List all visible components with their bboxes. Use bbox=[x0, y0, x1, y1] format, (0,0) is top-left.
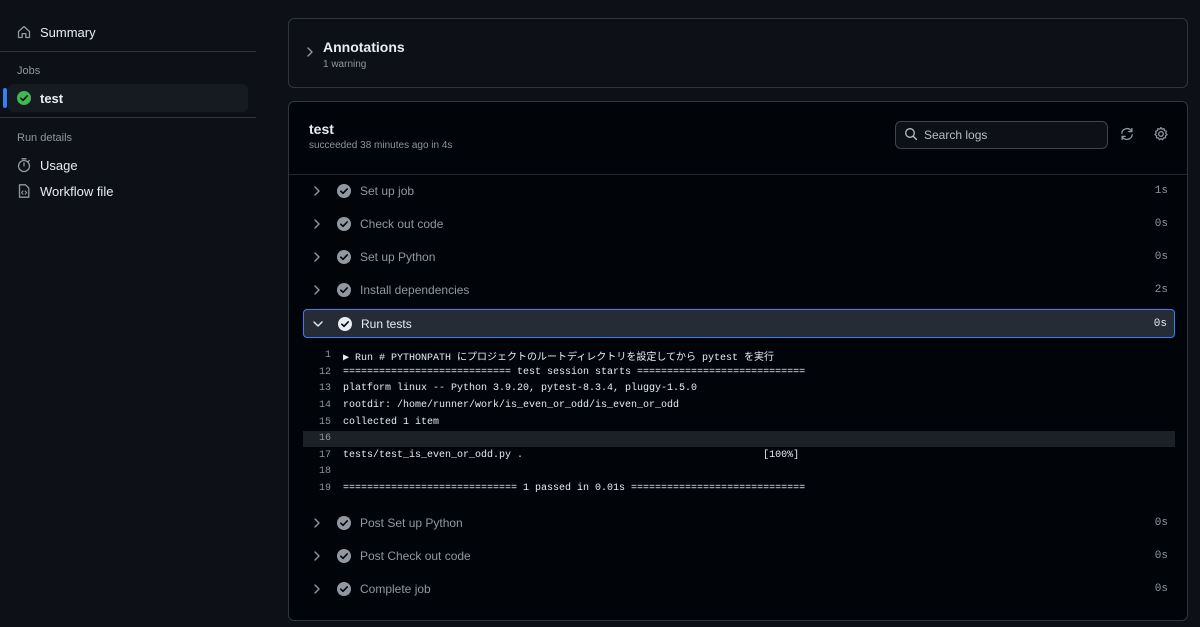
line-number[interactable]: 1 bbox=[303, 350, 343, 361]
line-number[interactable]: 14 bbox=[303, 400, 343, 411]
sidebar-item-label: Summary bbox=[40, 24, 96, 40]
check-circle-icon bbox=[336, 282, 352, 298]
log-line[interactable]: 18 bbox=[303, 464, 1175, 481]
annotations-title: Annotations bbox=[323, 39, 405, 55]
log-text: rootdir: /home/runner/work/is_even_or_od… bbox=[343, 400, 680, 412]
step-duration: 1s bbox=[1154, 184, 1168, 197]
search-logs-box[interactable] bbox=[895, 121, 1108, 149]
check-circle-icon bbox=[336, 249, 352, 265]
sidebar-item-workflow-file[interactable]: Workflow file bbox=[8, 177, 248, 205]
step-row[interactable]: Post Set up Python 0s bbox=[303, 508, 1175, 537]
log-text: tests/test_is_even_or_odd.py . [100%] bbox=[343, 449, 800, 461]
job-title: test bbox=[309, 121, 334, 137]
log-text: ▶ Run # PYTHONPATH にプロジェクトのルートディレクトリを設定し… bbox=[343, 352, 775, 364]
line-number[interactable]: 16 bbox=[303, 433, 343, 444]
step-duration: 0s bbox=[1154, 582, 1168, 595]
stopwatch-icon bbox=[16, 157, 32, 173]
line-number[interactable]: 17 bbox=[303, 450, 343, 461]
line-number[interactable]: 18 bbox=[303, 466, 343, 477]
step-row[interactable]: Check out code 0s bbox=[303, 209, 1175, 238]
run-details-section-label: Run details bbox=[17, 132, 73, 144]
check-circle-fill-icon bbox=[16, 90, 32, 106]
step-duration: 0s bbox=[1154, 549, 1168, 562]
check-circle-icon bbox=[337, 316, 353, 332]
sidebar-item-summary[interactable]: Summary bbox=[8, 18, 248, 46]
sidebar-divider bbox=[0, 51, 256, 52]
log-text: platform linux -- Python 3.9.20, pytest-… bbox=[343, 383, 698, 395]
refresh-button[interactable] bbox=[1117, 125, 1137, 145]
search-icon bbox=[904, 127, 918, 144]
check-circle-icon bbox=[336, 183, 352, 199]
chevron-right-icon[interactable] bbox=[309, 218, 325, 230]
job-log-panel: test succeeded 38 minutes ago in 4s Set … bbox=[288, 101, 1188, 621]
chevron-right-icon[interactable] bbox=[305, 46, 315, 61]
chevron-right-icon[interactable] bbox=[309, 284, 325, 296]
step-duration: 2s bbox=[1154, 283, 1168, 296]
line-number[interactable]: 13 bbox=[303, 383, 343, 394]
log-line[interactable]: 15 collected 1 item bbox=[303, 414, 1175, 431]
log-text: ============================ test sessio… bbox=[343, 366, 806, 378]
line-number[interactable]: 15 bbox=[303, 417, 343, 428]
log-line[interactable]: 16 bbox=[303, 430, 1175, 448]
sidebar-divider bbox=[0, 117, 256, 118]
home-icon bbox=[16, 24, 32, 40]
sidebar-item-label: test bbox=[40, 90, 64, 106]
line-number[interactable]: 19 bbox=[303, 483, 343, 494]
log-line[interactable]: 19 ============================= 1 passed… bbox=[303, 480, 1175, 497]
step-row[interactable]: Set up job 1s bbox=[303, 176, 1175, 205]
settings-button[interactable] bbox=[1151, 125, 1171, 145]
file-code-icon bbox=[16, 183, 32, 199]
annotations-count: 1 warning bbox=[323, 59, 367, 70]
gear-icon bbox=[1153, 126, 1169, 145]
chevron-right-icon[interactable] bbox=[309, 251, 325, 263]
sidebar-item-usage[interactable]: Usage bbox=[8, 151, 248, 179]
chevron-right-icon[interactable] bbox=[309, 550, 325, 562]
step-row[interactable]: Run tests 0s bbox=[303, 309, 1175, 338]
check-circle-icon bbox=[336, 581, 352, 597]
log-text: collected 1 item bbox=[343, 416, 440, 428]
sidebar-item-label: Usage bbox=[40, 157, 78, 173]
chevron-right-icon[interactable] bbox=[309, 185, 325, 197]
sidebar-item-job-test[interactable]: test bbox=[8, 84, 248, 112]
sync-icon bbox=[1119, 126, 1135, 145]
chevron-right-icon[interactable] bbox=[309, 583, 325, 595]
active-indicator bbox=[3, 88, 7, 108]
step-name: Install dependencies bbox=[360, 282, 470, 297]
step-name: Check out code bbox=[360, 216, 444, 231]
check-circle-icon bbox=[336, 548, 352, 564]
step-name: Run tests bbox=[361, 316, 412, 331]
header-divider bbox=[289, 174, 1187, 175]
step-row[interactable]: Post Check out code 0s bbox=[303, 541, 1175, 570]
job-status: succeeded 38 minutes ago in 4s bbox=[309, 140, 453, 151]
jobs-section-label: Jobs bbox=[17, 65, 41, 77]
step-duration: 0s bbox=[1154, 217, 1168, 230]
step-name: Post Set up Python bbox=[360, 515, 463, 530]
step-row[interactable]: Complete job 0s bbox=[303, 574, 1175, 603]
log-line[interactable]: 14 rootdir: /home/runner/work/is_even_or_… bbox=[303, 397, 1175, 414]
log-line[interactable]: 12 ============================ test sess… bbox=[303, 364, 1175, 381]
log-line[interactable]: 17 tests/test_is_even_or_odd.py . [100%] bbox=[303, 447, 1175, 464]
log-line[interactable]: 13 platform linux -- Python 3.9.20, pytes… bbox=[303, 381, 1175, 398]
log-line[interactable]: 1 ▶ Run # PYTHONPATH にプロジェクトのルートディレクトリを設定… bbox=[303, 348, 1175, 365]
check-circle-icon bbox=[336, 216, 352, 232]
step-duration: 0s bbox=[1153, 317, 1167, 330]
step-name: Set up job bbox=[360, 183, 415, 198]
sidebar: Summary Jobs test Run details Usage Work… bbox=[0, 0, 264, 627]
check-circle-icon bbox=[336, 515, 352, 531]
chevron-down-icon[interactable] bbox=[310, 319, 326, 329]
search-logs-input[interactable] bbox=[924, 128, 1094, 142]
step-row[interactable]: Set up Python 0s bbox=[303, 242, 1175, 271]
step-duration: 0s bbox=[1154, 516, 1168, 529]
line-number[interactable]: 12 bbox=[303, 367, 343, 378]
step-name: Set up Python bbox=[360, 249, 436, 264]
sidebar-item-label: Workflow file bbox=[40, 183, 114, 199]
chevron-right-icon[interactable] bbox=[309, 517, 325, 529]
step-row[interactable]: Install dependencies 2s bbox=[303, 275, 1175, 304]
annotations-panel[interactable]: Annotations 1 warning bbox=[288, 18, 1188, 88]
step-duration: 0s bbox=[1154, 250, 1168, 263]
step-name: Complete job bbox=[360, 581, 431, 596]
log-text: ============================= 1 passed i… bbox=[343, 483, 806, 495]
step-name: Post Check out code bbox=[360, 548, 471, 563]
